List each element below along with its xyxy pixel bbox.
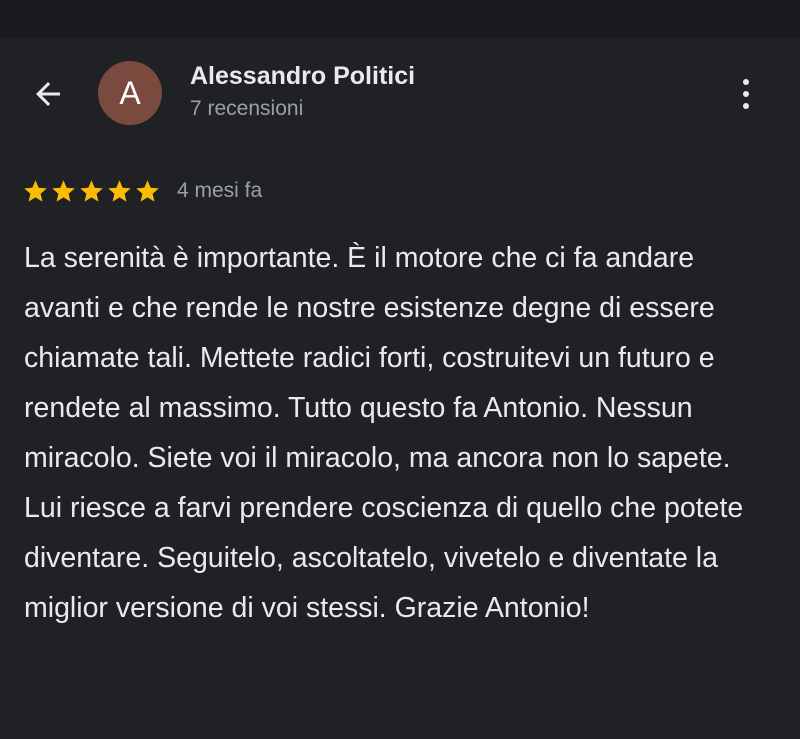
star-icon (108, 179, 131, 202)
star-icon (136, 179, 159, 202)
review-count: 7 recensioni (190, 97, 304, 120)
author-name[interactable]: Alessandro Politici (190, 62, 415, 91)
arrow-left-icon (36, 82, 60, 106)
status-bar (0, 0, 800, 38)
star-rating (22, 178, 162, 205)
rating-row: 4 mesi fa (22, 176, 262, 206)
more-options-button[interactable] (722, 70, 770, 118)
star-icon (24, 179, 47, 202)
review-date: 4 mesi fa (177, 179, 263, 202)
star-icon (52, 179, 75, 202)
star-icon (80, 179, 103, 202)
more-vertical-icon (743, 79, 749, 85)
avatar-initial: A (119, 74, 141, 111)
review-text: La serenità è importante. È il motore ch… (24, 242, 744, 624)
avatar[interactable]: A (98, 61, 162, 125)
back-button[interactable] (26, 72, 70, 116)
